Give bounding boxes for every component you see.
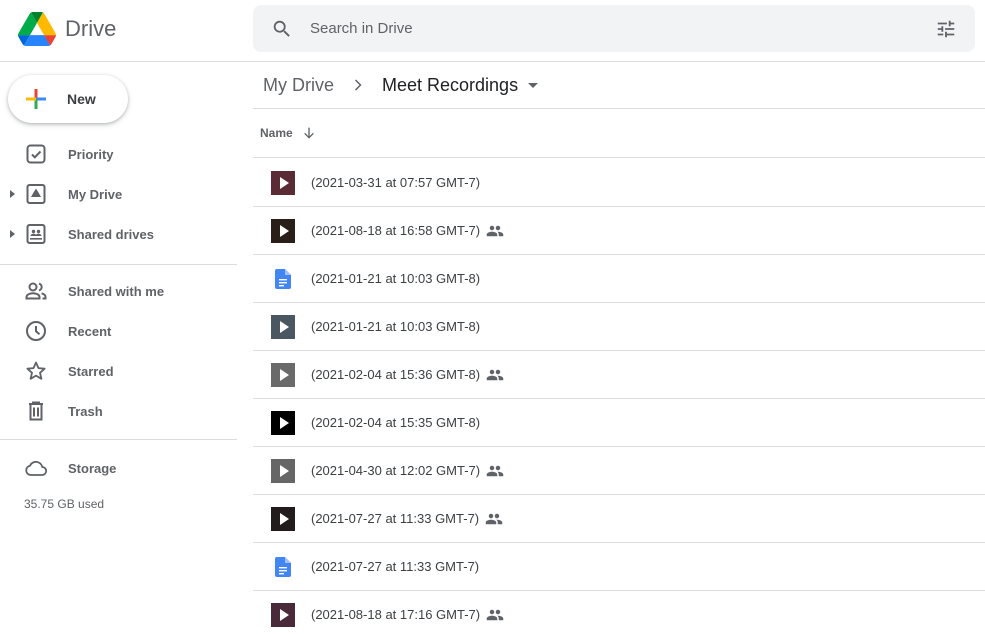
- chevron-right-icon: [354, 79, 362, 91]
- sidebar-item-recent[interactable]: Recent: [0, 311, 237, 351]
- shared-people-icon: [486, 609, 504, 620]
- main-content: My Drive Meet Recordings Name (2021-03-3…: [253, 62, 985, 634]
- sidebar-item-priority[interactable]: Priority: [0, 134, 237, 174]
- trash-icon: [29, 401, 43, 421]
- cloud-icon: [25, 460, 48, 476]
- file-row[interactable]: (2021-01-21 at 10:03 GMT-8): [253, 303, 985, 351]
- new-button[interactable]: New: [8, 75, 128, 123]
- video-thumbnail: [271, 218, 295, 243]
- file-name: (2021-07-27 at 11:33 GMT-7): [311, 559, 480, 574]
- file-name: (2021-03-31 at 07:57 GMT-7): [311, 175, 481, 190]
- search-icon[interactable]: [271, 18, 293, 40]
- sidebar-item-shared-drives[interactable]: Shared drives: [0, 214, 237, 254]
- google-doc-icon: [275, 556, 291, 577]
- file-name-group: (2021-07-27 at 11:33 GMT-7): [311, 510, 503, 528]
- sidebar: New Priority My Drive Shared drives Shar…: [0, 62, 240, 634]
- shared-people-icon: [486, 225, 504, 236]
- priority-icon: [26, 144, 46, 164]
- file-row[interactable]: (2021-08-18 at 16:58 GMT-7): [253, 207, 985, 255]
- video-thumbnail: [271, 506, 295, 531]
- file-list: (2021-03-31 at 07:57 GMT-7) (2021-08-18 …: [253, 159, 985, 634]
- star-icon: [26, 361, 46, 380]
- header: Drive: [0, 0, 985, 62]
- file-name: (2021-02-04 at 15:35 GMT-8): [311, 415, 481, 430]
- file-name-group: (2021-04-30 at 12:02 GMT-7): [311, 462, 504, 480]
- file-name: (2021-01-21 at 10:03 GMT-8): [311, 319, 481, 334]
- video-thumbnail: [271, 170, 295, 195]
- play-icon: [279, 224, 289, 237]
- play-icon: [279, 608, 289, 621]
- sidebar-divider: [0, 264, 237, 265]
- file-name: (2021-07-27 at 11:33 GMT-7): [311, 511, 480, 526]
- sidebar-item-label: Shared drives: [68, 226, 154, 242]
- shared-drives-icon: [26, 224, 46, 244]
- file-name: (2021-01-21 at 10:03 GMT-8): [311, 271, 481, 286]
- search-options-icon[interactable]: [935, 18, 957, 40]
- video-thumbnail: [271, 314, 295, 339]
- file-row[interactable]: (2021-02-04 at 15:35 GMT-8): [253, 399, 985, 447]
- shared-people-icon: [486, 369, 504, 380]
- search-input[interactable]: [310, 20, 935, 37]
- shared-people-icon: [486, 465, 504, 476]
- expand-caret-icon[interactable]: [10, 190, 15, 198]
- sidebar-item-my-drive[interactable]: My Drive: [0, 174, 237, 214]
- sidebar-divider: [0, 439, 237, 440]
- drive-logo[interactable]: Drive: [18, 12, 116, 46]
- file-name-group: (2021-08-18 at 16:58 GMT-7): [311, 222, 504, 240]
- file-row[interactable]: (2021-04-30 at 12:02 GMT-7): [253, 447, 985, 495]
- sidebar-item-label: Trash: [68, 403, 103, 419]
- play-icon: [279, 464, 289, 477]
- expand-caret-icon[interactable]: [10, 230, 15, 238]
- shared-with-me-icon: [25, 282, 47, 300]
- folder-dropdown-icon[interactable]: [528, 82, 539, 88]
- shared-people-icon: [485, 513, 503, 524]
- sidebar-item-storage[interactable]: Storage: [0, 448, 237, 488]
- file-row[interactable]: (2021-07-27 at 11:33 GMT-7): [253, 543, 985, 591]
- clock-icon: [26, 321, 46, 341]
- play-icon: [279, 320, 289, 333]
- file-name: (2021-04-30 at 12:02 GMT-7): [311, 463, 481, 478]
- file-name: (2021-02-04 at 15:36 GMT-8): [311, 367, 481, 382]
- file-name-group: (2021-02-04 at 15:36 GMT-8): [311, 366, 504, 384]
- play-icon: [279, 416, 289, 429]
- sort-arrow-down-icon[interactable]: [301, 125, 317, 141]
- play-icon: [279, 368, 289, 381]
- file-row[interactable]: (2021-07-27 at 11:33 GMT-7): [253, 495, 985, 543]
- app-name: Drive: [65, 16, 117, 41]
- play-icon: [279, 176, 289, 189]
- video-thumbnail: [271, 458, 295, 483]
- play-icon: [279, 512, 289, 525]
- sidebar-item-label: Priority: [68, 146, 114, 162]
- search-bar: [253, 5, 975, 52]
- new-button-label: New: [67, 91, 96, 107]
- sidebar-item-label: Shared with me: [68, 283, 165, 299]
- sidebar-item-starred[interactable]: Starred: [0, 351, 237, 391]
- sidebar-item-label: My Drive: [68, 186, 123, 202]
- sidebar-item-trash[interactable]: Trash: [0, 391, 237, 431]
- sidebar-item-label: Storage: [68, 460, 117, 476]
- column-header: Name: [253, 109, 985, 158]
- file-name: (2021-08-18 at 16:58 GMT-7): [311, 223, 481, 238]
- file-row[interactable]: (2021-01-21 at 10:03 GMT-8): [253, 255, 985, 303]
- drive-logo-icon: [18, 12, 56, 46]
- file-name: (2021-08-18 at 17:16 GMT-7): [311, 607, 481, 622]
- file-name-group: (2021-08-18 at 17:16 GMT-7): [311, 606, 504, 624]
- sidebar-item-label: Starred: [68, 363, 114, 379]
- video-thumbnail: [271, 362, 295, 387]
- storage-used-text: 35.75 GB used: [24, 497, 105, 511]
- name-column-header[interactable]: Name: [260, 126, 293, 140]
- sidebar-item-shared-with-me[interactable]: Shared with me: [0, 271, 237, 311]
- google-doc-icon: [275, 268, 291, 289]
- file-row[interactable]: (2021-08-18 at 17:16 GMT-7): [253, 591, 985, 634]
- my-drive-icon: [26, 184, 46, 204]
- video-thumbnail: [271, 602, 295, 627]
- sidebar-item-label: Recent: [68, 323, 112, 339]
- breadcrumb-my-drive[interactable]: My Drive: [263, 75, 334, 96]
- breadcrumb-current-folder[interactable]: Meet Recordings: [382, 75, 518, 96]
- plus-icon: [26, 89, 46, 109]
- video-thumbnail: [271, 410, 295, 435]
- file-row[interactable]: (2021-03-31 at 07:57 GMT-7): [253, 159, 985, 207]
- breadcrumb: My Drive Meet Recordings: [253, 62, 985, 109]
- file-row[interactable]: (2021-02-04 at 15:36 GMT-8): [253, 351, 985, 399]
